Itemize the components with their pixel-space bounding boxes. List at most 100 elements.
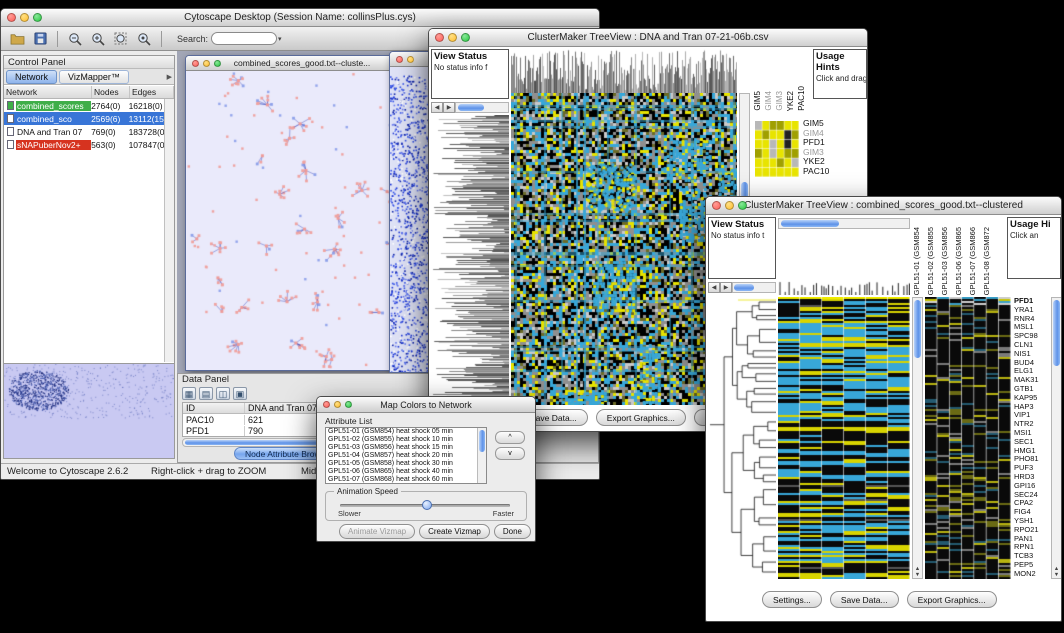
close-button[interactable] bbox=[396, 56, 403, 63]
column-dendrogram-canvas[interactable] bbox=[778, 281, 910, 295]
scroll-track[interactable] bbox=[455, 102, 509, 113]
animation-speed-slider[interactable] bbox=[340, 504, 510, 507]
move-up-button[interactable]: ^ bbox=[495, 431, 525, 444]
minimize-button[interactable] bbox=[203, 60, 210, 67]
network-table-scrollbar[interactable] bbox=[164, 99, 174, 362]
zoom-out-icon[interactable] bbox=[65, 30, 85, 48]
chevron-down-icon[interactable]: ▾ bbox=[278, 35, 282, 43]
maximize-button[interactable] bbox=[345, 401, 352, 408]
array-column-label[interactable]: GPL51-02 (GSM855 bbox=[926, 227, 940, 295]
save-session-icon[interactable] bbox=[30, 30, 50, 48]
close-button[interactable] bbox=[7, 13, 16, 22]
heatmap-canvas[interactable] bbox=[778, 297, 910, 579]
scroll-arrows[interactable]: ▲▼ bbox=[913, 566, 922, 578]
heatmap-vscrollbar[interactable]: ▲▼ bbox=[912, 297, 923, 579]
move-down-button[interactable]: v bbox=[495, 447, 525, 460]
close-button[interactable] bbox=[323, 401, 330, 408]
scroll-left-icon[interactable]: ◀ bbox=[708, 282, 720, 293]
column-header[interactable]: Edges bbox=[130, 86, 174, 98]
attribute-option[interactable]: GPL51-05 (GSM858) heat shock 30 min bbox=[326, 460, 486, 468]
zoom-in-icon[interactable] bbox=[88, 30, 108, 48]
tab-network[interactable]: Network bbox=[6, 70, 57, 84]
scroll-right-icon[interactable]: ▶ bbox=[720, 282, 732, 293]
minimize-button[interactable] bbox=[448, 33, 457, 42]
dialog-action-button[interactable]: Animate Vizmap bbox=[339, 524, 415, 539]
column-dendrogram-canvas[interactable] bbox=[511, 49, 737, 93]
minimize-button[interactable] bbox=[334, 401, 341, 408]
open-session-icon[interactable] bbox=[7, 30, 27, 48]
close-button[interactable] bbox=[435, 33, 444, 42]
array-column-label[interactable]: GPL51-06 (GSM865 bbox=[954, 227, 968, 295]
scroll-right-icon[interactable]: ▶ bbox=[443, 102, 455, 113]
minimize-button[interactable] bbox=[407, 56, 414, 63]
attribute-option[interactable]: GPL51-03 (GSM856) heat shock 15 min bbox=[326, 444, 486, 452]
treeview-action-button[interactable]: Save Data... bbox=[830, 591, 899, 608]
array-column-label[interactable]: GPL51-03 (GSM856 bbox=[940, 227, 954, 295]
dialog-action-button[interactable]: Done bbox=[494, 524, 531, 539]
treeview-combined-titlebar[interactable]: ClusterMaker TreeView : combined_scores_… bbox=[706, 197, 1061, 215]
genelist-vscrollbar[interactable]: ▲▼ bbox=[1051, 297, 1062, 579]
treeview-dna-titlebar[interactable]: ClusterMaker TreeView : DNA and Tran 07-… bbox=[429, 29, 867, 47]
secondary-heatmap-canvas[interactable] bbox=[925, 297, 1011, 579]
minimize-button[interactable] bbox=[725, 201, 734, 210]
scroll-track[interactable] bbox=[732, 282, 776, 293]
network-list-item[interactable]: sNAPuberNov2+ 563(0) 107847(0) bbox=[4, 138, 174, 151]
dialog-titlebar[interactable]: Map Colors to Network bbox=[317, 397, 535, 413]
attribute-tool-icon[interactable]: ▣ bbox=[233, 387, 247, 400]
scroll-thumb[interactable] bbox=[458, 104, 484, 111]
treeview-action-button[interactable]: Export Graphics... bbox=[596, 409, 686, 426]
scroll-left-icon[interactable]: ◀ bbox=[431, 102, 443, 113]
dialog-action-button[interactable]: Create Vizmap bbox=[419, 524, 490, 539]
tab-vizmapper[interactable]: VizMapper™ bbox=[59, 70, 129, 84]
tab-overflow-arrow[interactable]: ▶ bbox=[167, 73, 172, 81]
treeview-action-button[interactable]: Export Graphics... bbox=[907, 591, 997, 608]
network-list-item[interactable]: combined_scores 2764(0) 16218(0) bbox=[4, 99, 174, 112]
scroll-thumb[interactable] bbox=[479, 430, 485, 452]
main-titlebar[interactable]: Cytoscape Desktop (Session Name: collins… bbox=[1, 9, 599, 27]
array-column-label[interactable]: YKE2 bbox=[786, 91, 797, 111]
close-button[interactable] bbox=[712, 201, 721, 210]
array-column-label[interactable]: PAC10 bbox=[797, 86, 808, 111]
column-header[interactable]: Nodes bbox=[92, 86, 130, 98]
list-scrollbar[interactable] bbox=[477, 428, 486, 483]
attribute-option[interactable]: GPL51-02 (GSM855) heat shock 10 min bbox=[326, 436, 486, 444]
scroll-track[interactable] bbox=[778, 218, 910, 229]
zoom-fit-icon[interactable] bbox=[111, 30, 131, 48]
attribute-listbox[interactable]: GPL51-01 (GSM854) heat shock 05 minGPL51… bbox=[325, 427, 487, 484]
attribute-tool-icon[interactable]: ▦ bbox=[182, 387, 196, 400]
attribute-tool-icon[interactable]: ▤ bbox=[199, 387, 213, 400]
column-header[interactable]: ID bbox=[183, 403, 245, 413]
attribute-option[interactable]: GPL51-01 (GSM854) heat shock 05 min bbox=[326, 428, 486, 436]
network-view-titlebar[interactable]: combined_scores_good.txt--cluste... bbox=[186, 56, 418, 71]
network-overview-thumbnail[interactable] bbox=[4, 363, 174, 458]
maximize-button[interactable] bbox=[33, 13, 42, 22]
attribute-option[interactable]: GPL51-07 (GSM868) heat shock 60 min bbox=[326, 476, 486, 484]
gene-label[interactable]: PAC10 bbox=[803, 167, 865, 177]
network-list-item[interactable]: combined_sco 2569(6) 13112(15) bbox=[4, 112, 174, 125]
array-column-label[interactable]: GIM3 bbox=[775, 91, 786, 111]
maximize-button[interactable] bbox=[461, 33, 470, 42]
scroll-thumb[interactable] bbox=[781, 220, 839, 227]
scroll-thumb[interactable] bbox=[734, 284, 754, 291]
row-dendrogram-canvas[interactable] bbox=[431, 115, 509, 405]
column-header[interactable]: Network bbox=[4, 86, 92, 98]
array-column-label[interactable]: GPL51-07 (GSM866 bbox=[968, 227, 982, 295]
scroll-thumb[interactable] bbox=[914, 300, 921, 358]
maximize-button[interactable] bbox=[738, 201, 747, 210]
search-input[interactable] bbox=[211, 32, 277, 45]
selection-heatmap-canvas[interactable] bbox=[755, 121, 799, 177]
zoom-selected-icon[interactable] bbox=[134, 30, 154, 48]
gene-label[interactable]: MON2 bbox=[1014, 570, 1050, 579]
minimize-button[interactable] bbox=[20, 13, 29, 22]
row-dendrogram-canvas[interactable] bbox=[708, 297, 776, 579]
attribute-tool-icon[interactable]: ◫ bbox=[216, 387, 230, 400]
array-column-label[interactable]: GPL51-08 (GSM872 bbox=[982, 227, 996, 295]
attribute-option[interactable]: GPL51-06 (GSM865) heat shock 40 min bbox=[326, 468, 486, 476]
attribute-option[interactable]: GPL51-04 (GSM857) heat shock 20 min bbox=[326, 452, 486, 460]
scroll-arrows[interactable]: ▲▼ bbox=[1052, 566, 1061, 578]
scroll-thumb[interactable] bbox=[1053, 300, 1060, 366]
array-column-label[interactable]: GIM5 bbox=[753, 91, 764, 111]
array-column-label[interactable]: GIM4 bbox=[764, 91, 775, 111]
network-list-item[interactable]: DNA and Tran 07 769(0) 183728(0) bbox=[4, 125, 174, 138]
treeview-action-button[interactable]: Settings... bbox=[762, 591, 822, 608]
